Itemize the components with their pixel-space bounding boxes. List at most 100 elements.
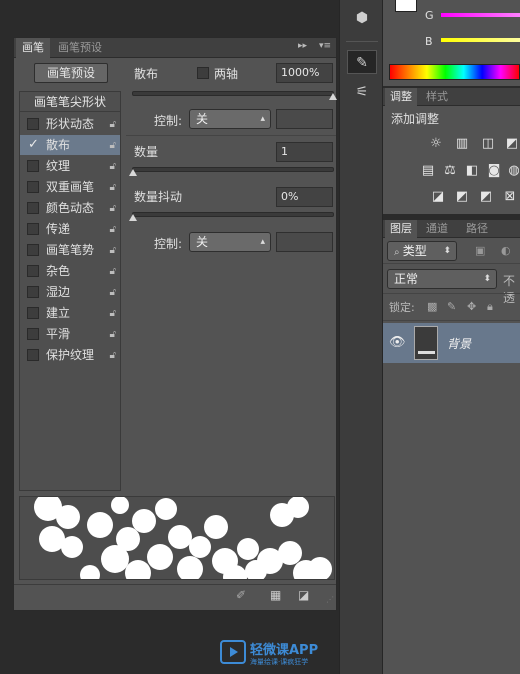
checkbox[interactable]: [27, 223, 39, 235]
count-jitter-slider-thumb[interactable]: [129, 214, 137, 221]
hue-saturation-icon[interactable]: ⚖: [441, 163, 459, 179]
levels-icon[interactable]: ▥: [453, 136, 471, 152]
brightness-icon[interactable]: ☼: [427, 136, 445, 152]
list-item-brush-pose[interactable]: 画笔笔势 🔓︎: [20, 240, 120, 260]
list-item-dual-brush[interactable]: 双重画笔 🔓︎: [20, 177, 120, 197]
list-item-smoothing[interactable]: 平滑 🔓︎: [20, 324, 120, 344]
count-jitter-slider-track[interactable]: [132, 212, 334, 217]
both-axes-checkbox[interactable]: [197, 67, 209, 79]
lock-icon[interactable]: 🔓︎: [110, 115, 116, 135]
lock-transparency-icon[interactable]: ▩: [427, 300, 437, 313]
list-item-transfer[interactable]: 传递 🔓︎: [20, 219, 120, 239]
scatter-slider-track[interactable]: [132, 91, 334, 96]
checkbox-checked[interactable]: ✓: [27, 137, 39, 152]
list-item-color-dynamics[interactable]: 颜色动态 🔓︎: [20, 198, 120, 218]
list-item-build-up[interactable]: 建立 🔓︎: [20, 303, 120, 323]
brush-tip-shape-item[interactable]: 画笔笔尖形状: [20, 92, 120, 112]
blend-mode-select[interactable]: 正常 ⬍: [387, 269, 497, 289]
count-jitter-control-select[interactable]: 关 ▴: [189, 232, 271, 252]
exposure-icon[interactable]: ◩: [503, 136, 520, 152]
foreground-color-swatch[interactable]: [395, 0, 417, 12]
layer-row-background[interactable]: 👁︎ 背景: [383, 323, 520, 363]
invert-icon[interactable]: ◪: [429, 189, 447, 205]
checkbox[interactable]: [27, 202, 39, 214]
list-item-protect-texture[interactable]: 保护纹理 🔓︎: [20, 345, 120, 365]
count-value-field[interactable]: 1: [276, 142, 333, 162]
lock-icon[interactable]: 🔓︎: [110, 136, 116, 156]
lock-icon[interactable]: 🔓︎: [110, 178, 116, 198]
threshold-icon[interactable]: ◩: [477, 189, 495, 205]
checkbox[interactable]: [27, 118, 39, 130]
scatter-value-field[interactable]: 1000%: [276, 63, 333, 83]
b-slider-track[interactable]: [441, 38, 520, 42]
collapse-icon[interactable]: ▸▸: [298, 41, 307, 51]
panel-menu-icon[interactable]: ▾≡: [319, 41, 331, 51]
lock-all-icon[interactable]: 🔒︎: [487, 300, 493, 314]
color-spectrum-bar[interactable]: [389, 64, 520, 80]
scatter-control-select[interactable]: 关 ▴: [189, 109, 271, 129]
count-jitter-value-field[interactable]: 0%: [276, 187, 333, 207]
tab-adjustments[interactable]: 调整: [385, 88, 417, 106]
new-preset-icon[interactable]: ◪: [298, 588, 309, 602]
list-item-label: 颜色动态: [46, 201, 95, 215]
posterize-icon[interactable]: ◩: [453, 189, 471, 205]
grid-icon[interactable]: ▦: [270, 588, 281, 602]
checkbox[interactable]: [27, 349, 39, 361]
brush-panel-icon[interactable]: ✎: [347, 50, 377, 74]
vibrance-icon[interactable]: ▤: [419, 163, 437, 179]
cube-icon[interactable]: ⬢: [347, 6, 377, 30]
checkbox[interactable]: [27, 160, 39, 172]
layer-name[interactable]: 背景: [447, 335, 471, 352]
layer-filter-select[interactable]: ⌕ 类型 ⬍: [387, 241, 457, 261]
lock-icon[interactable]: 🔓︎: [110, 325, 116, 345]
tab-paths[interactable]: 路径: [461, 220, 493, 238]
lock-icon[interactable]: 🔓︎: [110, 241, 116, 261]
adjustment-filter-icon[interactable]: ◐: [501, 244, 511, 257]
list-item-noise[interactable]: 杂色 🔓︎: [20, 261, 120, 281]
g-slider-track[interactable]: [441, 13, 520, 17]
count-jitter-control-field[interactable]: [276, 232, 333, 252]
lock-icon[interactable]: 🔓︎: [110, 199, 116, 219]
list-item-shape-dynamics[interactable]: 形状动态 🔓︎: [20, 114, 120, 134]
checkmark-icon: ✓: [28, 137, 39, 152]
eye-icon[interactable]: 👁︎: [389, 335, 406, 350]
curves-icon[interactable]: ◫: [479, 136, 497, 152]
checkbox[interactable]: [27, 286, 39, 298]
count-slider-thumb[interactable]: [129, 169, 137, 176]
scatter-slider-thumb[interactable]: [329, 93, 337, 100]
brush-presets-icon[interactable]: ⚟: [347, 80, 377, 104]
tab-styles[interactable]: 样式: [421, 88, 453, 106]
tab-layers[interactable]: 图层: [385, 220, 417, 238]
tab-brush-presets[interactable]: 画笔预设: [52, 38, 108, 58]
list-item-wet-edges[interactable]: 湿边 🔓︎: [20, 282, 120, 302]
list-item-texture[interactable]: 纹理 🔓︎: [20, 156, 120, 176]
eye-brush-icon[interactable]: ✐: [236, 588, 246, 602]
photo-filter-icon[interactable]: ◍: [505, 163, 520, 179]
checkbox[interactable]: [27, 244, 39, 256]
lock-icon[interactable]: 🔓︎: [110, 346, 116, 366]
selective-color-icon[interactable]: ⊠: [501, 189, 519, 205]
checkbox[interactable]: [27, 307, 39, 319]
tab-channels[interactable]: 通道: [421, 220, 453, 238]
lock-pixels-icon[interactable]: ✎: [447, 300, 456, 313]
checkbox[interactable]: [27, 328, 39, 340]
lock-icon[interactable]: 🔓︎: [110, 283, 116, 303]
brush-presets-button[interactable]: 画笔预设: [34, 63, 108, 83]
list-item-scattering[interactable]: ✓ 散布 🔓︎: [20, 135, 120, 155]
scatter-control-field[interactable]: [276, 109, 333, 129]
checkbox[interactable]: [27, 181, 39, 193]
lock-icon[interactable]: 🔓︎: [110, 157, 116, 177]
color-balance-icon[interactable]: ◧: [463, 163, 481, 179]
lock-icon[interactable]: 🔓︎: [110, 220, 116, 240]
lock-icon[interactable]: 🔓︎: [110, 304, 116, 324]
black-white-icon[interactable]: ◙: [485, 163, 503, 179]
lock-icon[interactable]: 🔓︎: [110, 262, 116, 282]
count-label: 数量: [134, 145, 159, 159]
lock-position-icon[interactable]: ✥: [467, 300, 476, 313]
resize-grip-icon[interactable]: ⋰: [326, 595, 334, 604]
tab-brush[interactable]: 画笔: [16, 38, 50, 58]
image-filter-icon[interactable]: ▣: [475, 244, 485, 257]
thumbnail-stroke: [418, 351, 435, 354]
count-slider-track[interactable]: [132, 167, 334, 172]
checkbox[interactable]: [27, 265, 39, 277]
